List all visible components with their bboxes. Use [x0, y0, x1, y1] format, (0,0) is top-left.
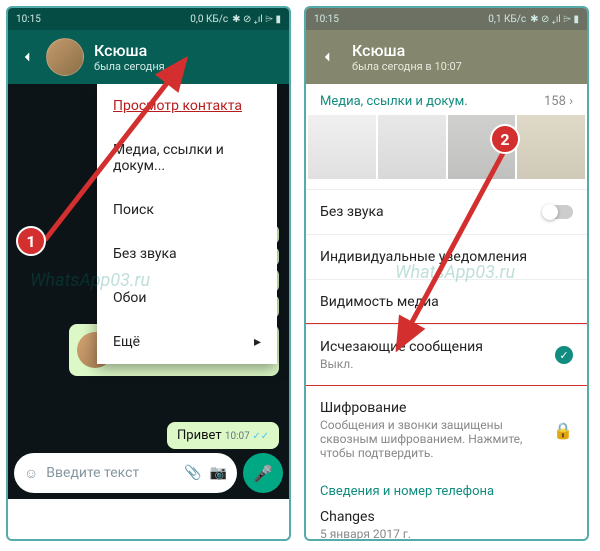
mute-toggle[interactable] [543, 205, 573, 219]
media-thumb[interactable] [308, 115, 376, 179]
status-bar: 10:15 0,1 КБ/с✱ ⊘ ₊ıl ⌲ ▮ [306, 8, 587, 30]
contact-name: Ксюша [352, 41, 405, 60]
annotation-badge-2: 2 [490, 124, 520, 154]
attach-icon[interactable]: 📎 [184, 465, 201, 481]
profile-header: Ксюша была сегодня в 10:07 [306, 30, 587, 84]
info-section-header: Сведения и номер телефона [306, 474, 587, 505]
last-seen: была сегодня в 10:07 [352, 60, 462, 73]
menu-more[interactable]: Ещё▸ [97, 320, 277, 364]
input-bar: ☺ Введите текст 📎 📷 🎤 [14, 453, 283, 493]
back-icon[interactable] [18, 48, 36, 66]
row-encryption[interactable]: Шифрование Сообщения и звонки защищены с… [306, 385, 587, 474]
annotation-badge-1: 1 [16, 226, 46, 256]
mic-icon: 🎤 [253, 464, 273, 483]
row-changes[interactable]: Changes 5 января 2017 г. [306, 505, 587, 541]
lock-icon: 🔒 [553, 421, 573, 440]
status-time: 10:15 [314, 14, 339, 25]
annotation-arrow-1 [40, 50, 200, 250]
media-thumb[interactable] [517, 115, 585, 179]
message-out[interactable]: Привет 10:07 ✓✓ [167, 422, 279, 449]
annotation-arrow-2 [388, 148, 518, 358]
media-section-header[interactable]: Медиа, ссылки и докум.158 › [306, 84, 587, 115]
emoji-icon[interactable]: ☺ [24, 465, 38, 482]
check-icon: ✓ [555, 346, 573, 364]
status-bar: 10:15 0,0 КБ/с✱ ⊘ ₊ıl ⌲ ▮ [8, 8, 289, 30]
back-icon[interactable] [318, 48, 336, 66]
mic-button[interactable]: 🎤 [243, 453, 283, 493]
input-placeholder: Введите текст [46, 465, 176, 481]
chevron-right-icon: ▸ [254, 334, 261, 350]
message-input[interactable]: ☺ Введите текст 📎 📷 [14, 453, 237, 493]
camera-icon[interactable]: 📷 [210, 465, 227, 481]
menu-wallpaper[interactable]: Обои [97, 276, 277, 320]
status-time: 10:15 [16, 14, 41, 25]
